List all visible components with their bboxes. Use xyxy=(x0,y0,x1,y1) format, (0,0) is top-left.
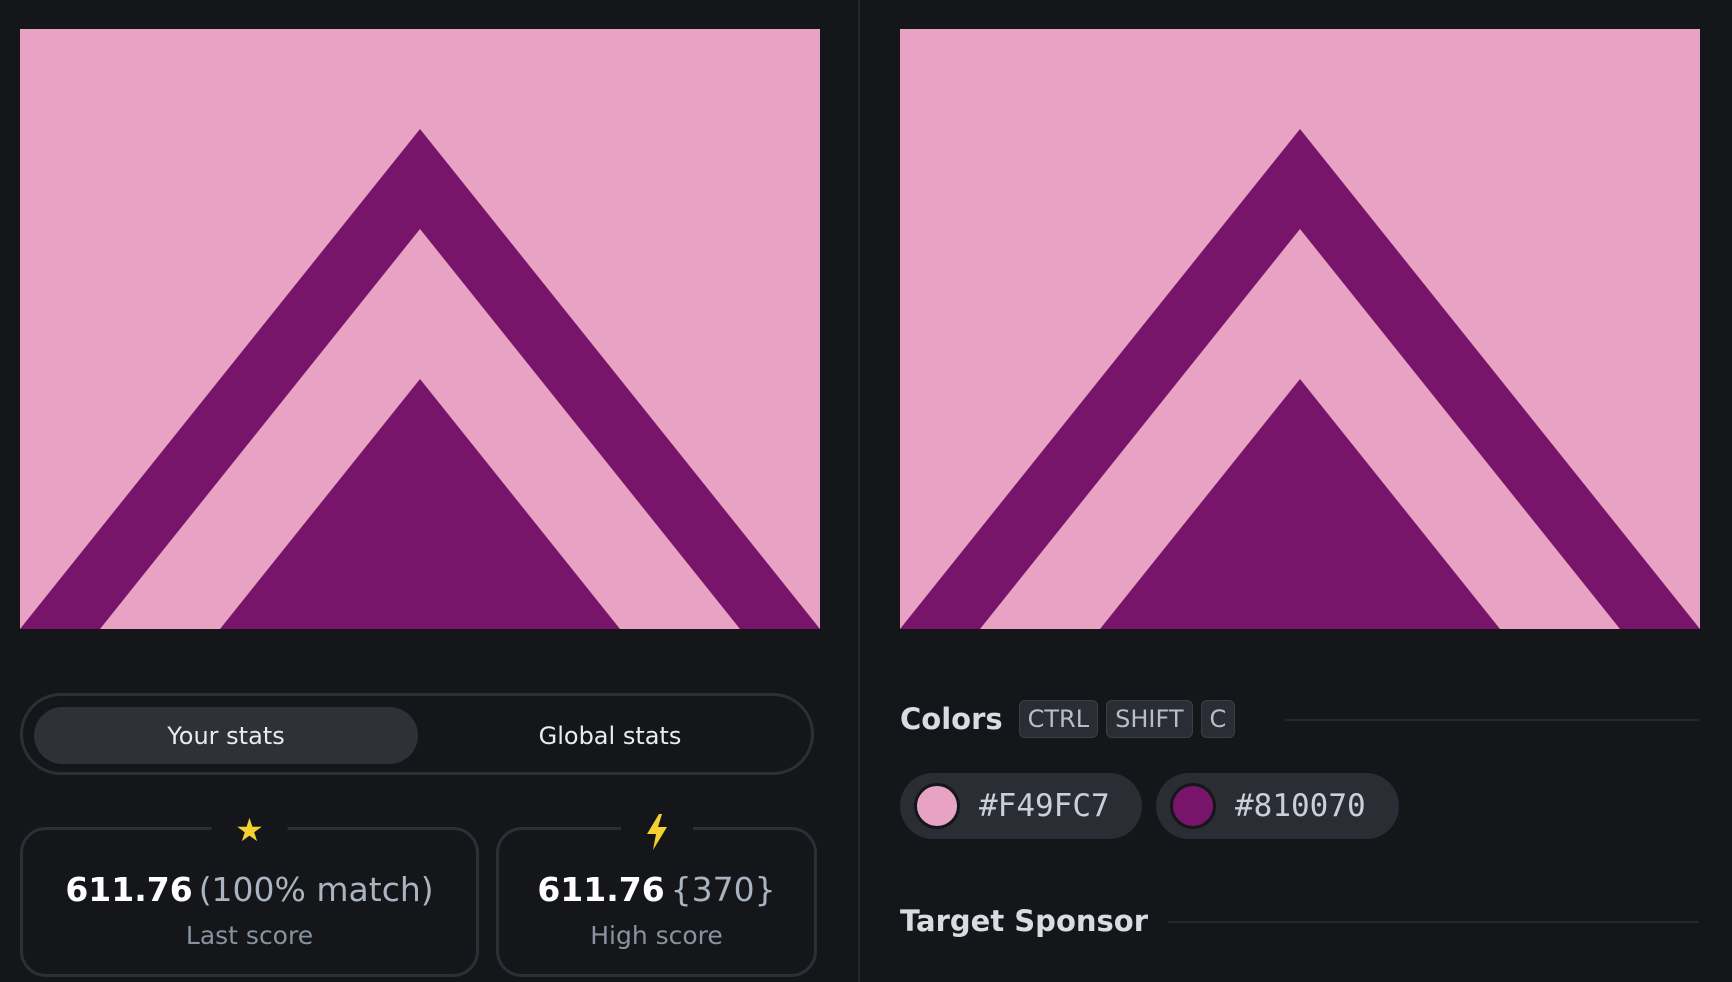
target-sponsor-title: Target Sponsor xyxy=(900,904,1149,938)
global-stats-tab[interactable]: Global stats xyxy=(418,707,802,764)
sponsor-divider xyxy=(1168,921,1699,923)
last-score-card: ★ 611.76 (100% match) Last score xyxy=(20,810,479,977)
colors-header: Colors CTRL SHIFT C xyxy=(900,700,1243,738)
high-score-attempts: {370} xyxy=(670,870,776,909)
swatch-hex: #F49FC7 xyxy=(979,788,1110,824)
lightning-icon xyxy=(620,810,693,850)
last-score-value-row: 611.76 (100% match) xyxy=(23,870,476,909)
your-stats-tab[interactable]: Your stats xyxy=(34,707,418,764)
inner-triangle xyxy=(1100,379,1500,629)
swatch-dot xyxy=(914,783,960,829)
last-score-label: Last score xyxy=(185,921,314,950)
target-image-svg xyxy=(900,129,1700,629)
user-drawing-canvas xyxy=(20,29,820,629)
color-swatch-purple[interactable]: #810070 xyxy=(1156,773,1399,839)
star-icon: ★ xyxy=(211,810,288,850)
last-score-value: 611.76 xyxy=(65,870,193,909)
kbd-c: C xyxy=(1200,700,1236,738)
color-swatch-pink[interactable]: #F49FC7 xyxy=(900,773,1142,839)
user-drawing-svg xyxy=(20,129,820,629)
high-score-label: High score xyxy=(590,921,723,950)
target-image-canvas xyxy=(900,29,1700,629)
kbd-shift: SHIFT xyxy=(1106,700,1193,738)
panel-divider xyxy=(858,0,860,982)
inner-triangle xyxy=(220,379,620,629)
high-score-value-row: 611.76 {370} xyxy=(499,870,814,909)
high-score-card: 611.76 {370} High score xyxy=(496,810,817,977)
last-score-match: (100% match) xyxy=(198,870,434,909)
kbd-ctrl: CTRL xyxy=(1018,700,1099,738)
swatch-dot xyxy=(1170,783,1216,829)
swatch-hex: #810070 xyxy=(1235,788,1366,824)
colors-divider xyxy=(1285,719,1699,721)
colors-title: Colors xyxy=(900,702,1003,736)
high-score-value: 611.76 xyxy=(537,870,665,909)
stats-toggle: Your stats Global stats xyxy=(20,693,814,775)
